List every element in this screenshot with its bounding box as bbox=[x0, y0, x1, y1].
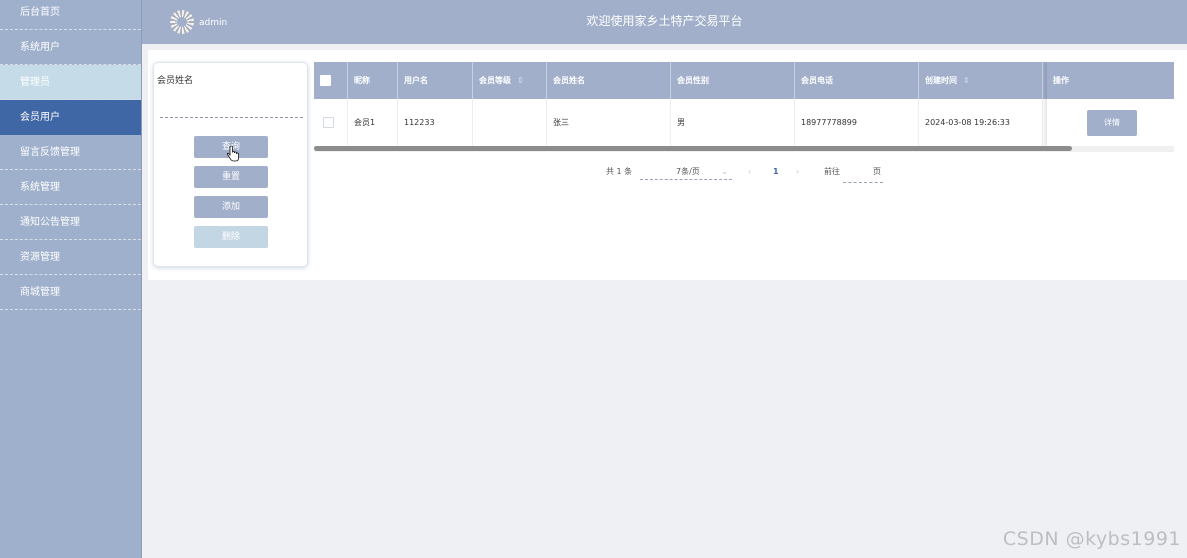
column-header-username: 用户名 bbox=[398, 62, 473, 99]
page-title: 欢迎使用家乡土特产交易平台 bbox=[586, 14, 743, 28]
table-header: 昵称 用户名 会员等级 ⇕ 会员姓名 会员性别 会员电话 创建时间 ⇕ bbox=[314, 62, 1174, 99]
sidebar-item-admins[interactable]: 管理员 bbox=[0, 65, 141, 100]
cell-phone: 18977778899 bbox=[795, 99, 919, 147]
sidebar-item-notices[interactable]: 通知公告管理 bbox=[0, 205, 141, 240]
page-size-select[interactable]: 7条/页 ⌄ bbox=[640, 163, 732, 180]
column-header-actions: 操作 bbox=[1047, 62, 1174, 99]
sort-icon[interactable]: ⇕ bbox=[963, 76, 970, 85]
chevron-down-icon: ⌄ bbox=[721, 167, 728, 176]
cell-member-name: 张三 bbox=[547, 99, 671, 147]
member-name-search-input[interactable] bbox=[160, 93, 303, 118]
top-header: admin 欢迎使用家乡土特产交易平台 bbox=[142, 0, 1187, 44]
reset-button[interactable]: 重置 bbox=[194, 166, 268, 188]
sidebar-item-resources[interactable]: 资源管理 bbox=[0, 240, 141, 275]
cell-actions: 详情 bbox=[1047, 99, 1174, 147]
add-button[interactable]: 添加 bbox=[194, 196, 268, 218]
column-header-level-label: 会员等级 bbox=[479, 76, 511, 85]
column-header-level[interactable]: 会员等级 ⇕ bbox=[473, 62, 547, 99]
cell-username: 112233 bbox=[398, 99, 473, 147]
column-header-nickname: 昵称 bbox=[348, 62, 398, 99]
watermark: CSDN @kybs1991 bbox=[1002, 528, 1181, 550]
sidebar-item-system-users[interactable]: 系统用户 bbox=[0, 30, 141, 65]
cell-level bbox=[473, 99, 547, 147]
next-page-button[interactable]: › bbox=[796, 163, 799, 181]
column-header-created[interactable]: 创建时间 ⇕ bbox=[919, 62, 1043, 99]
hand-cursor-icon bbox=[226, 146, 239, 162]
sidebar-item-mall[interactable]: 商城管理 bbox=[0, 275, 141, 310]
sidebar-item-members[interactable]: 会员用户 bbox=[0, 100, 141, 135]
select-all-cell bbox=[314, 62, 348, 99]
search-panel: 会员姓名 查询 重置 添加 删除 bbox=[153, 62, 308, 267]
select-all-checkbox[interactable] bbox=[320, 75, 331, 86]
members-table: 昵称 用户名 会员等级 ⇕ 会员姓名 会员性别 会员电话 创建时间 ⇕ 会员1 11… bbox=[314, 62, 1174, 152]
column-header-gender: 会员性别 bbox=[671, 62, 795, 99]
table-row: 会员1 112233 张三 男 18977778899 2024-03-08 1… bbox=[314, 99, 1174, 148]
row-checkbox[interactable] bbox=[323, 117, 334, 128]
member-name-label: 会员姓名 bbox=[157, 76, 194, 86]
cell-gender: 男 bbox=[671, 99, 795, 147]
detail-button[interactable]: 详情 bbox=[1087, 110, 1137, 136]
cell-created: 2024-03-08 19:26:33 bbox=[919, 99, 1043, 147]
sidebar: 后台首页 系统用户 管理员 会员用户 留言反馈管理 系统管理 通知公告管理 资源… bbox=[0, 0, 142, 558]
horizontal-scrollbar[interactable] bbox=[314, 146, 1072, 151]
column-header-created-label: 创建时间 bbox=[925, 76, 957, 85]
cell-nickname: 会员1 bbox=[348, 99, 398, 147]
row-select-cell bbox=[314, 99, 348, 147]
sidebar-item-home[interactable]: 后台首页 bbox=[0, 0, 141, 30]
page-size-value: 7条/页 bbox=[676, 167, 700, 176]
prev-page-button[interactable]: ‹ bbox=[748, 163, 751, 181]
page-number-current[interactable]: 1 bbox=[773, 163, 779, 181]
sort-icon[interactable]: ⇕ bbox=[517, 76, 524, 85]
sidebar-item-system-management[interactable]: 系统管理 bbox=[0, 170, 141, 205]
goto-label: 前往 bbox=[824, 167, 840, 176]
sidebar-item-feedback[interactable]: 留言反馈管理 bbox=[0, 135, 141, 170]
column-header-phone: 会员电话 bbox=[795, 62, 919, 99]
delete-button[interactable]: 删除 bbox=[194, 226, 268, 248]
pagination-total: 共 1 条 bbox=[606, 167, 633, 176]
action-column: 操作 详情 bbox=[1047, 62, 1174, 147]
column-header-member-name: 会员姓名 bbox=[547, 62, 671, 99]
page-unit-label: 页 bbox=[873, 167, 881, 176]
